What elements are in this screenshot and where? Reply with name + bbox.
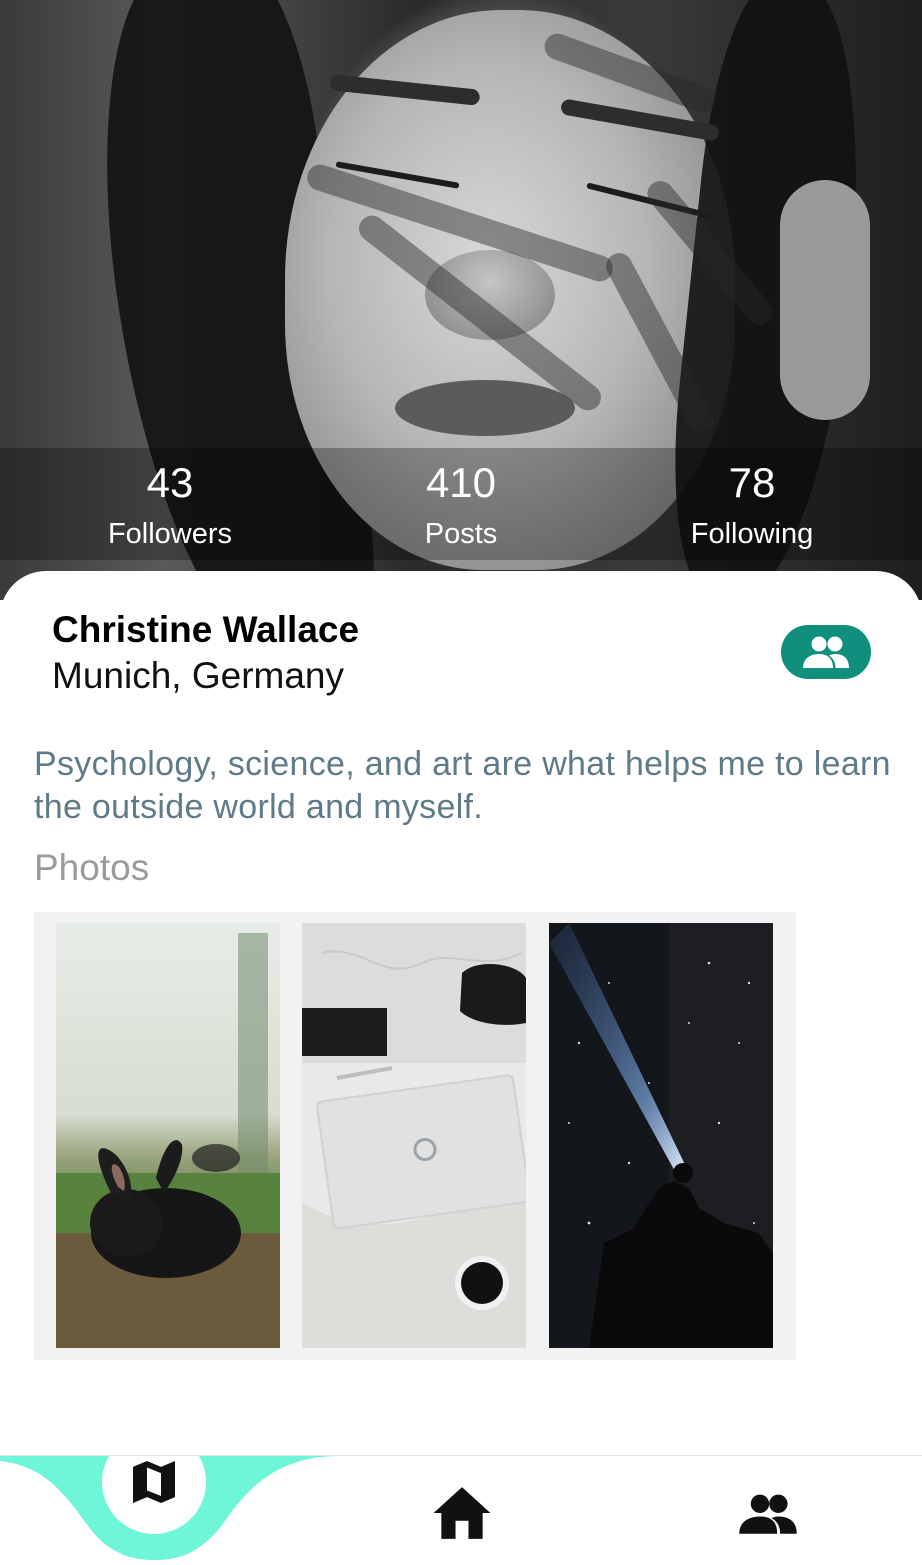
profile-bio: Psychology, science, and art are what he…: [34, 745, 891, 826]
photo-thumbnail-laptop[interactable]: [302, 923, 526, 1348]
stat-posts[interactable]: 410 Posts: [341, 448, 581, 551]
profile-location: Munich, Germany: [52, 655, 344, 696]
posts-label: Posts: [424, 518, 498, 550]
photo-thumbnail-rabbit[interactable]: [56, 923, 280, 1348]
cover-photo: 43 Followers 410 Posts 78 Following: [0, 0, 922, 600]
nav-people[interactable]: [716, 1478, 820, 1548]
profile-name: Christine Wallace: [52, 609, 360, 650]
home-icon: [433, 1487, 491, 1539]
photos-heading: Photos: [34, 847, 150, 888]
laptop-photo: [302, 923, 526, 1348]
rabbit-photo: [56, 923, 280, 1348]
following-count: 78: [728, 459, 776, 506]
posts-count: 410: [425, 459, 497, 506]
following-label: Following: [690, 518, 814, 550]
group-icon: [803, 636, 849, 668]
nav-map[interactable]: [102, 1430, 206, 1534]
people-icon: [739, 1494, 797, 1534]
bottom-navigation: [0, 1455, 922, 1565]
followers-count: 43: [146, 459, 194, 506]
friends-button[interactable]: [781, 625, 871, 679]
night-sky-photo: [549, 923, 773, 1348]
stat-following[interactable]: 78 Following: [632, 448, 872, 551]
stats-bar: 43 Followers 410 Posts 78 Following: [0, 448, 922, 560]
photos-gallery: [34, 912, 796, 1360]
stat-followers[interactable]: 43 Followers: [50, 448, 290, 551]
map-icon: [133, 1461, 175, 1503]
photo-thumbnail-night-sky[interactable]: [549, 923, 773, 1348]
profile-card: Christine Wallace Munich, Germany Psycho…: [0, 571, 922, 1456]
nav-home[interactable]: [410, 1478, 514, 1548]
followers-label: Followers: [107, 518, 233, 550]
